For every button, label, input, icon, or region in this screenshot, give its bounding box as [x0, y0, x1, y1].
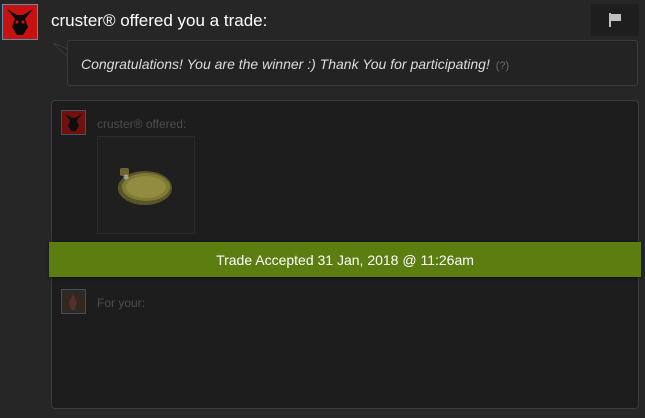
red-demon-avatar-icon	[62, 111, 85, 134]
offered-item-slot[interactable]	[97, 136, 195, 234]
user-avatar-icon	[62, 290, 85, 313]
help-link[interactable]: (?)	[496, 60, 509, 72]
trade-message: Congratulations! You are the winner :) T…	[81, 56, 509, 72]
trade-offer-title: cruster® offered you a trade:	[51, 11, 268, 30]
trade-message-text: Congratulations! You are the winner :) T…	[81, 56, 490, 72]
red-demon-avatar-icon	[3, 5, 37, 39]
your-avatar	[61, 289, 86, 314]
your-offer-label: For your:	[97, 296, 146, 310]
offerer-avatar	[61, 110, 86, 135]
them-offer-label: cruster® offered:	[97, 117, 187, 131]
sender-avatar[interactable]	[2, 4, 38, 40]
pocket-watch-icon	[118, 168, 172, 205]
flag-icon	[609, 13, 621, 27]
report-button[interactable]	[591, 4, 639, 36]
trade-accepted-banner: Trade Accepted 31 Jan, 2018 @ 11:26am	[49, 242, 641, 277]
message-bubble-tail	[53, 43, 68, 58]
